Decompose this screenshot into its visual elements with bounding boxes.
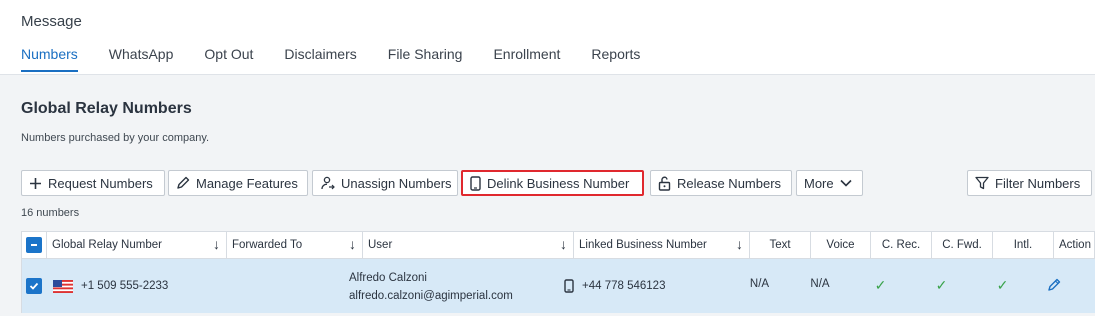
pencil-icon [177, 176, 190, 189]
minus-icon [31, 244, 37, 246]
request-numbers-label: Request Numbers [48, 175, 153, 191]
col-forwarded-to-label: Forwarded To [232, 239, 303, 251]
us-flag-icon [53, 279, 73, 293]
row-user-email: alfredo.calzoni@agimperial.com [349, 290, 513, 302]
checkmark-icon [29, 282, 39, 290]
col-c-rec: C. Rec. [871, 232, 932, 258]
toolbar: Request Numbers Manage Features Unassign… [0, 170, 1095, 197]
row-number-cell: +1 509 555-2233 [53, 278, 168, 294]
tab-enrollment[interactable]: Enrollment [493, 46, 560, 72]
filter-numbers-label: Filter Numbers [995, 175, 1081, 191]
col-c-fwd-label: C. Fwd. [942, 239, 982, 251]
col-user-label: User [368, 239, 393, 251]
row-linked-number: +44 778 546123 [582, 280, 666, 292]
sort-arrow-icon[interactable]: ↓ [560, 236, 567, 252]
release-numbers-label: Release Numbers [677, 175, 782, 191]
sort-arrow-icon[interactable]: ↓ [213, 236, 220, 252]
row-c-rec-check: ✓ [874, 277, 887, 293]
manage-features-button[interactable]: Manage Features [168, 170, 308, 196]
header: Message Numbers WhatsApp Opt Out Disclai… [0, 0, 1095, 75]
col-intl: Intl. [993, 232, 1054, 258]
row-checkbox-cell [26, 278, 42, 294]
row-user-cell: Alfredo Calzoni alfredo.calzoni@agimperi… [349, 269, 513, 305]
page-subtitle: Numbers purchased by your company. [21, 132, 210, 144]
unassign-user-icon [321, 176, 335, 190]
col-linked-business-number-label: Linked Business Number [579, 239, 707, 251]
table-row[interactable]: +1 509 555-2233 Alfredo Calzoni alfredo.… [21, 259, 1095, 313]
sort-arrow-icon[interactable]: ↓ [736, 236, 743, 252]
tab-opt-out[interactable]: Opt Out [204, 46, 253, 72]
more-dropdown[interactable]: More [796, 170, 863, 196]
select-all-cell [22, 232, 47, 258]
release-numbers-button[interactable]: Release Numbers [650, 170, 792, 196]
delink-business-number-button[interactable]: Delink Business Number [461, 170, 644, 196]
plus-icon [30, 177, 41, 189]
col-voice: Voice [811, 232, 871, 258]
col-user[interactable]: User ↓ [363, 232, 574, 258]
filter-numbers-button[interactable]: Filter Numbers [967, 170, 1092, 196]
phone-icon [564, 279, 574, 293]
tab-disclaimers[interactable]: Disclaimers [284, 46, 356, 72]
col-c-fwd: C. Fwd. [932, 232, 993, 258]
row-number: +1 509 555-2233 [81, 280, 169, 292]
sort-arrow-icon[interactable]: ↓ [349, 236, 356, 252]
chevron-down-icon [840, 179, 852, 187]
row-action-cell [1033, 277, 1075, 293]
col-c-rec-label: C. Rec. [881, 239, 921, 251]
col-linked-business-number[interactable]: Linked Business Number ↓ [574, 232, 750, 258]
col-forwarded-to[interactable]: Forwarded To ↓ [227, 232, 363, 258]
col-action-label: Action [1059, 239, 1091, 251]
row-linked-cell: +44 778 546123 [564, 278, 665, 294]
select-all-checkbox[interactable] [26, 237, 42, 253]
request-numbers-button[interactable]: Request Numbers [21, 170, 165, 196]
numbers-count: 16 numbers [21, 207, 80, 219]
page-title: Global Relay Numbers [21, 100, 192, 117]
row-text: N/A [749, 278, 770, 290]
unlock-icon [658, 176, 671, 191]
app-title: Message [21, 13, 82, 30]
edit-icon[interactable] [1046, 277, 1062, 293]
col-intl-label: Intl. [1013, 239, 1033, 251]
col-text: Text [750, 232, 811, 258]
tab-reports[interactable]: Reports [591, 46, 640, 72]
col-text-label: Text [769, 239, 791, 251]
more-label: More [804, 175, 834, 191]
col-global-relay-number[interactable]: Global Relay Number ↓ [47, 232, 227, 258]
col-voice-label: Voice [826, 239, 855, 251]
numbers-table: Global Relay Number ↓ Forwarded To ↓ Use… [21, 231, 1095, 313]
delink-business-number-label: Delink Business Number [487, 175, 630, 191]
col-global-relay-number-label: Global Relay Number [52, 239, 162, 251]
unassign-numbers-button[interactable]: Unassign Numbers [312, 170, 458, 196]
tab-numbers[interactable]: Numbers [21, 46, 78, 72]
tab-file-sharing[interactable]: File Sharing [388, 46, 463, 72]
table-header: Global Relay Number ↓ Forwarded To ↓ Use… [21, 231, 1095, 259]
tab-bar: Numbers WhatsApp Opt Out Disclaimers Fil… [21, 46, 671, 72]
row-user-name: Alfredo Calzoni [349, 272, 427, 284]
row-c-fwd-check: ✓ [935, 277, 948, 293]
manage-features-label: Manage Features [196, 175, 298, 191]
tab-whatsapp[interactable]: WhatsApp [109, 46, 174, 72]
row-voice: N/A [810, 278, 830, 290]
phone-icon [470, 175, 481, 191]
col-action: Action [1054, 232, 1095, 258]
row-intl-check: ✓ [996, 277, 1009, 293]
filter-icon [975, 176, 989, 190]
unassign-numbers-label: Unassign Numbers [341, 175, 452, 191]
row-checkbox[interactable] [26, 278, 42, 294]
